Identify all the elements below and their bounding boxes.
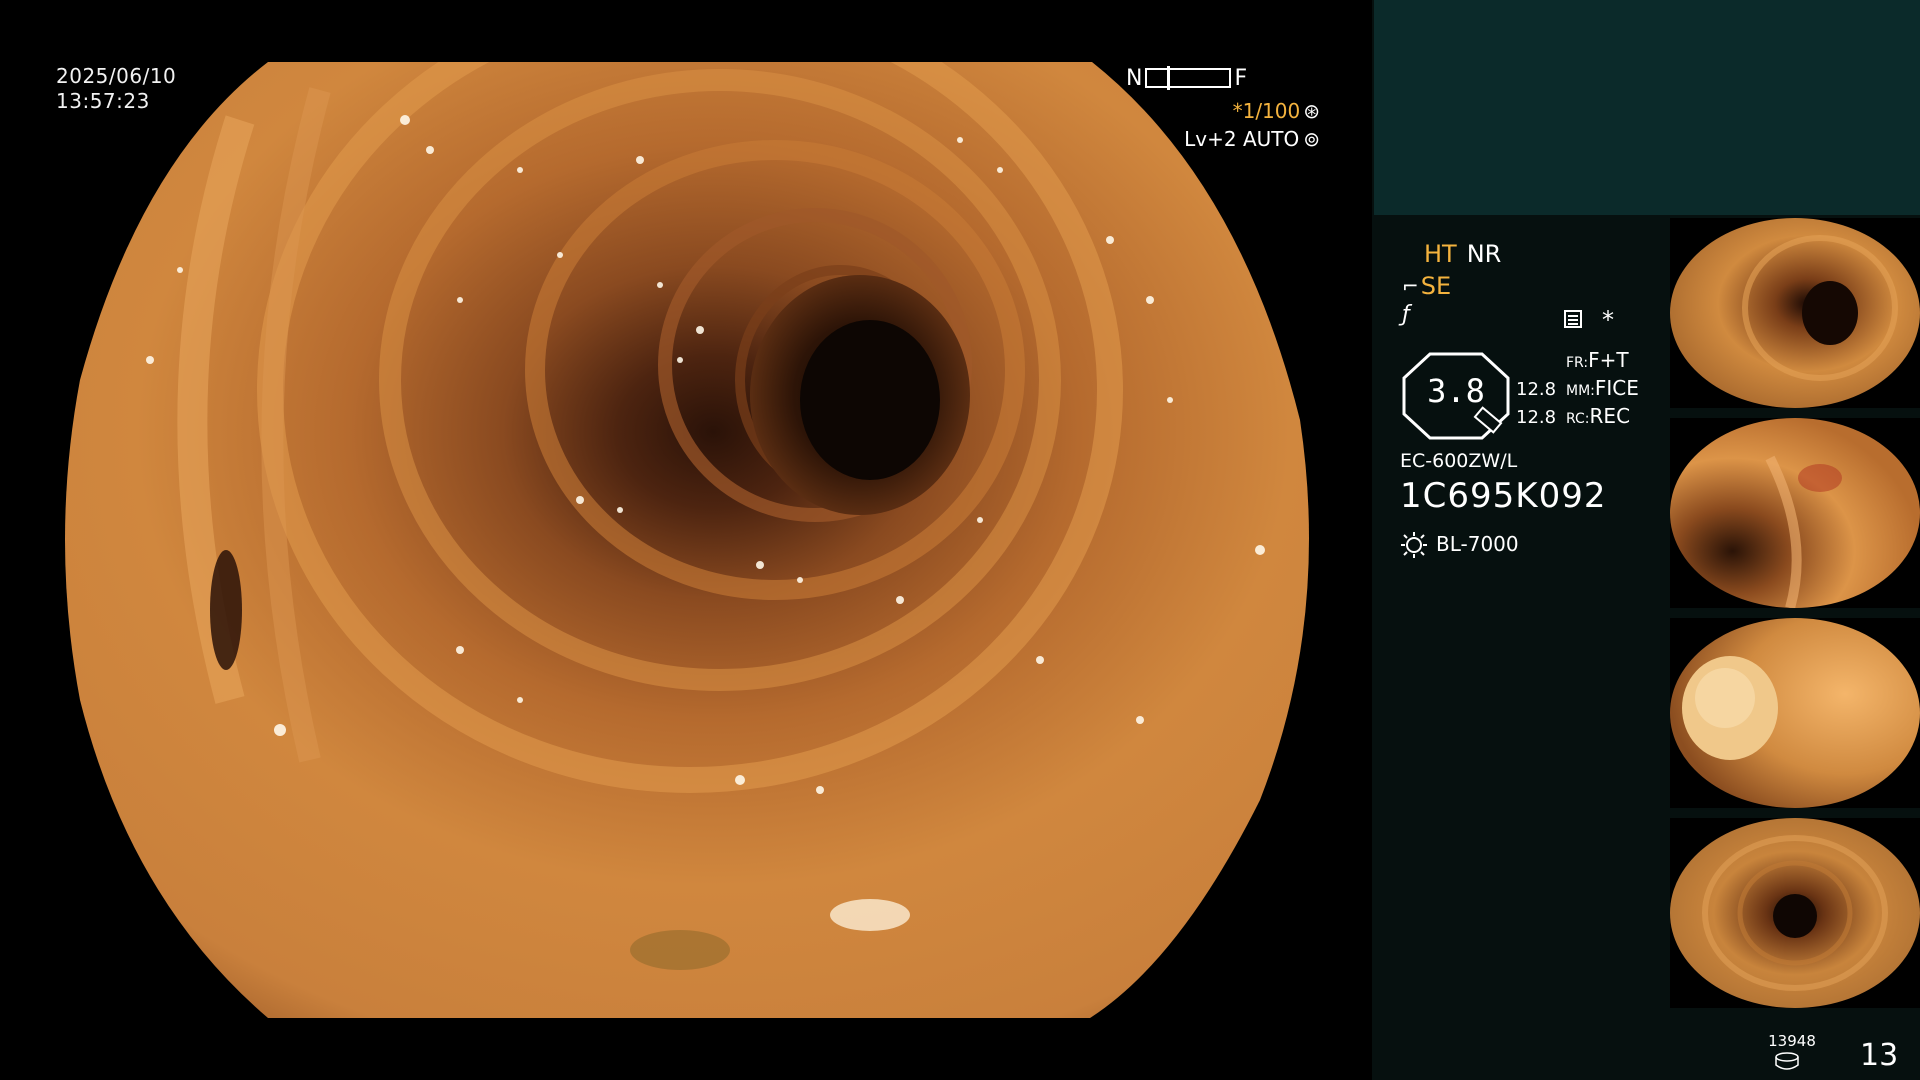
scope-model: EC-600ZW/L bbox=[1400, 450, 1518, 472]
scope-serial: 1C695K092 bbox=[1400, 476, 1607, 516]
star-icon: * bbox=[1602, 306, 1614, 334]
light-source-icon bbox=[1401, 532, 1427, 558]
param-value: REC bbox=[1589, 404, 1631, 428]
brightness-level: Lv+2 AUTO ⊚ bbox=[1184, 127, 1320, 151]
settings-icon bbox=[1564, 310, 1582, 328]
param-num: 12.8 bbox=[1516, 407, 1557, 428]
image-count: 13 bbox=[1860, 1038, 1899, 1073]
param-label: RC: bbox=[1566, 411, 1590, 427]
se-row: ⌐ SE bbox=[1402, 272, 1451, 300]
nr-label: NR bbox=[1466, 240, 1502, 268]
zoom-value: 3.8 bbox=[1427, 372, 1485, 410]
param-row-mm: 12.8 MM: FICE bbox=[1516, 376, 1639, 404]
thumbnail-4[interactable] bbox=[1670, 818, 1920, 1008]
params-list: FR: F+T 12.8 MM: FICE 12.8 RC: REC bbox=[1516, 348, 1639, 432]
thumbnail-1[interactable] bbox=[1670, 218, 1920, 408]
shutter-icon: ⊛ bbox=[1303, 99, 1320, 123]
near-far-indicator: N F bbox=[1126, 65, 1248, 91]
thumbnail-2[interactable] bbox=[1670, 418, 1920, 608]
preview-area bbox=[1374, 0, 1920, 215]
shutter-text: *1/100 bbox=[1232, 99, 1301, 123]
param-value: F+T bbox=[1588, 348, 1629, 372]
endoscope-image bbox=[65, 62, 1309, 1018]
focus-bar bbox=[1145, 66, 1232, 90]
auto-icon: ⊚ bbox=[1303, 127, 1320, 151]
shutter-speed: *1/100 ⊛ bbox=[1233, 99, 1320, 123]
far-label: F bbox=[1234, 65, 1248, 91]
date-text: 2025/06/10 bbox=[56, 64, 177, 88]
se-label: SE bbox=[1420, 272, 1452, 300]
param-row-rc: 12.8 RC: REC bbox=[1516, 404, 1639, 432]
param-row-fr: FR: F+T bbox=[1516, 348, 1639, 376]
light-source-row: BL-7000 bbox=[1400, 530, 1519, 558]
structure-icon: ⌐ bbox=[1402, 274, 1419, 298]
ht-label: HT bbox=[1424, 240, 1457, 268]
ht-nr-row: HT NR bbox=[1424, 240, 1501, 268]
thumbnail-3[interactable] bbox=[1670, 618, 1920, 808]
disk-icon bbox=[1775, 1052, 1799, 1070]
param-num: 12.8 bbox=[1516, 379, 1557, 400]
level-text: Lv+2 AUTO bbox=[1184, 127, 1300, 151]
param-label: FR: bbox=[1566, 355, 1589, 371]
param-label: MM: bbox=[1566, 383, 1595, 399]
endoscope-view: 2025/06/10 13:57:23 N F *1/100 ⊛ Lv+2 AU… bbox=[0, 0, 1372, 1080]
light-source-text: BL-7000 bbox=[1436, 532, 1519, 556]
storage-count: 13948 bbox=[1768, 1032, 1816, 1050]
f-icon: ƒ bbox=[1402, 302, 1410, 327]
param-value: FICE bbox=[1594, 376, 1639, 400]
time-text: 13:57:23 bbox=[56, 89, 150, 113]
near-label: N bbox=[1126, 65, 1143, 91]
datetime-display: 2025/06/10 13:57:23 bbox=[56, 64, 176, 114]
